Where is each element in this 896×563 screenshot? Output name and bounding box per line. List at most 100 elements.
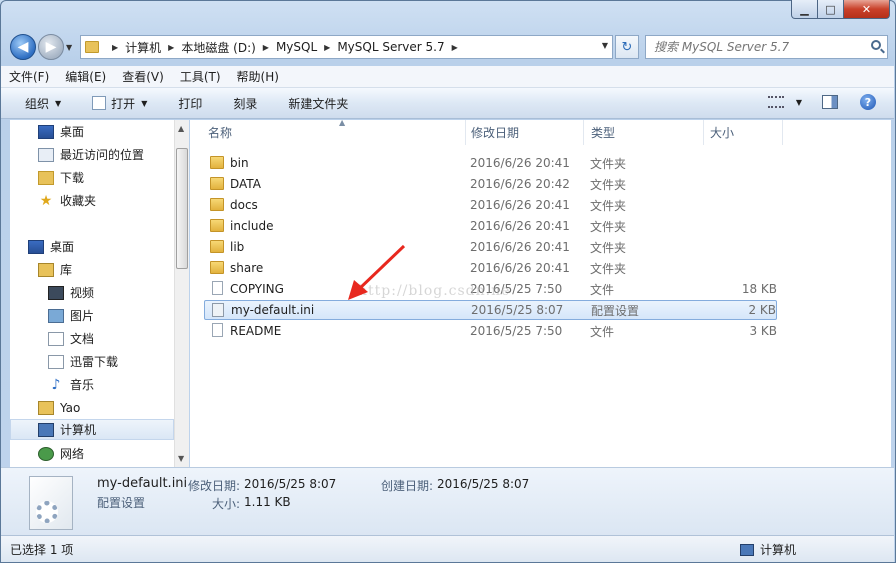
file-date: 2016/6/26 20:42 [470, 177, 570, 191]
breadcrumb-segment[interactable]: ▶ MySQL Server 5.7 ▶ [317, 40, 465, 54]
file-row-readme[interactable]: README 2016/5/25 7:50 文件 3 KB [204, 321, 777, 341]
libraries-icon [38, 262, 54, 277]
new-folder-button[interactable]: 新建文件夹 [288, 95, 348, 112]
ini-file-icon [212, 303, 224, 317]
sidebar-item-desktop[interactable]: 桌面 [10, 236, 174, 257]
change-view-icon[interactable] [767, 96, 784, 108]
file-date: 2016/6/26 20:41 [470, 261, 570, 275]
file-row-my-default-ini[interactable]: my-default.ini 2016/5/25 8:07 配置设置 2 KB [204, 300, 777, 320]
organize-button[interactable]: 组织 ▼ [25, 95, 61, 112]
file-type: 文件夹 [590, 240, 627, 255]
column-header-name[interactable]: 名称 ▲ [200, 118, 466, 145]
details-modified-value: 2016/5/25 8:07 [244, 477, 337, 491]
file-row-share[interactable]: share 2016/6/26 20:41 文件夹 [204, 258, 777, 278]
breadcrumb-mysql-server[interactable]: MySQL Server 5.7 [337, 40, 444, 54]
search-input[interactable] [654, 40, 854, 54]
details-filename: my-default.ini [97, 476, 188, 491]
sidebar-item-network[interactable]: 网络 [10, 443, 174, 464]
folder-icon [210, 198, 224, 211]
menu-bar: 文件(F) 编辑(E) 查看(V) 工具(T) 帮助(H) [1, 66, 894, 88]
file-name: lib [230, 240, 245, 254]
folder-icon [210, 156, 224, 169]
details-pane: my-default.ini 配置设置 修改日期: 2016/5/25 8:07… [1, 467, 894, 535]
file-row-data[interactable]: DATA 2016/6/26 20:42 文件夹 [204, 174, 777, 194]
file-row-lib[interactable]: lib 2016/6/26 20:41 文件夹 [204, 237, 777, 257]
breadcrumb-segment[interactable]: ▶ 本地磁盘 (D:) [161, 39, 256, 56]
breadcrumb-computer[interactable]: 计算机 [125, 39, 161, 56]
scroll-down-icon[interactable]: ▼ [178, 454, 184, 463]
scrollbar-thumb[interactable] [176, 148, 188, 269]
sidebar-item-music[interactable]: ♪ 音乐 [10, 374, 174, 395]
menu-tools[interactable]: 工具(T) [180, 68, 221, 85]
refresh-button[interactable]: ↻ [615, 35, 639, 59]
sidebar-item-videos[interactable]: 视频 [10, 282, 174, 303]
forward-button[interactable]: ▶ [38, 34, 64, 60]
breadcrumb-separator-icon: ▶ [112, 42, 119, 52]
sidebar-item-label: 收藏夹 [60, 194, 97, 208]
burn-button[interactable]: 刻录 [233, 95, 257, 112]
sidebar-item-recent-places[interactable]: 最近访问的位置 [10, 144, 174, 165]
maximize-button[interactable]: □ [818, 0, 844, 19]
file-row-bin[interactable]: bin 2016/6/26 20:41 文件夹 [204, 153, 777, 173]
sidebar-item-computer[interactable]: 计算机 [10, 419, 174, 440]
column-header-size[interactable]: 大小 [702, 120, 783, 145]
breadcrumb-segment[interactable]: ▶ MySQL [256, 40, 317, 54]
search-icon[interactable] [871, 40, 881, 50]
file-row-docs[interactable]: docs 2016/6/26 20:41 文件夹 [204, 195, 777, 215]
sidebar-item-pictures[interactable]: 图片 [10, 305, 174, 326]
file-type: 文件夹 [590, 177, 627, 192]
file-type: 文件 [590, 324, 615, 339]
breadcrumb-mysql[interactable]: MySQL [276, 40, 317, 54]
file-icon [212, 323, 223, 337]
print-button[interactable]: 打印 [178, 95, 202, 112]
recent-pages-dropdown-icon[interactable]: ▼ [66, 43, 72, 52]
breadcrumb-separator-icon[interactable]: ▶ [452, 43, 458, 52]
menu-file[interactable]: 文件(F) [9, 68, 49, 85]
menu-view[interactable]: 查看(V) [122, 68, 164, 85]
sidebar-item-label: 图片 [70, 309, 95, 323]
sidebar-item-user-yao[interactable]: Yao [10, 397, 174, 418]
sidebar-item-documents[interactable]: 文档 [10, 328, 174, 349]
minimize-button[interactable]: ▁ [791, 0, 818, 19]
sidebar-item-label: Yao [60, 400, 81, 415]
file-date: 2016/5/25 8:07 [471, 303, 564, 317]
menu-edit[interactable]: 编辑(E) [65, 68, 106, 85]
column-header-type[interactable]: 类型 [583, 120, 704, 145]
sidebar-item-label: 桌面 [60, 125, 85, 139]
documents-icon [48, 331, 64, 346]
breadcrumb-segment[interactable]: ▶ 计算机 [105, 39, 161, 56]
sidebar-item-favorites[interactable]: ★ 收藏夹 [10, 190, 174, 211]
view-options-dropdown-icon[interactable]: ▼ [796, 98, 802, 107]
menu-help[interactable]: 帮助(H) [237, 68, 279, 85]
address-history-dropdown-icon[interactable]: ▼ [602, 41, 608, 50]
breadcrumb-drive-d[interactable]: 本地磁盘 (D:) [181, 39, 255, 56]
address-bar[interactable]: ▶ 计算机 ▶ 本地磁盘 (D:) ▶ MySQL ▶ MySQL Server 5.7… [80, 35, 613, 59]
search-box[interactable] [645, 35, 888, 59]
close-button[interactable]: ✕ [844, 0, 890, 19]
status-location: 计算机 [740, 541, 796, 558]
status-bar: 已选择 1 项 计算机 [1, 535, 894, 562]
gear-icon [36, 501, 58, 523]
sidebar-item-downloads[interactable]: 下载 [10, 167, 174, 188]
file-row-include[interactable]: include 2016/6/26 20:41 文件夹 [204, 216, 777, 236]
scroll-up-icon[interactable]: ▲ [178, 124, 184, 133]
details-filetype: 配置设置 [97, 496, 146, 510]
sidebar-item-thunder-downloads[interactable]: 迅雷下载 [10, 351, 174, 372]
sidebar-item-desktop-favorite[interactable]: 桌面 [10, 121, 174, 142]
sidebar-item-libraries[interactable]: 库 [10, 259, 174, 280]
navigation-pane-scrollbar[interactable]: ▲ ▼ [174, 120, 189, 467]
back-button[interactable]: ◀ [10, 34, 36, 60]
column-header-label: 修改日期 [471, 126, 520, 140]
preview-pane-icon[interactable] [822, 95, 838, 109]
column-header-date-modified[interactable]: 修改日期 [463, 120, 584, 145]
chevron-down-icon: ▼ [141, 98, 148, 108]
downloads-icon [38, 170, 54, 185]
file-type: 文件夹 [590, 219, 627, 234]
navigation-bar: ◀ ▶ ▼ ▶ 计算机 ▶ 本地磁盘 (D:) ▶ MySQL ▶ MySQL Serv… [8, 32, 888, 60]
column-header-label: 名称 [208, 126, 233, 140]
sidebar-item-label: 库 [60, 263, 73, 277]
open-label: 打开 [111, 96, 136, 111]
help-icon[interactable]: ? [860, 94, 876, 110]
open-button[interactable]: 打开 ▼ [92, 95, 147, 112]
view-controls: ▼ ? [767, 94, 876, 110]
